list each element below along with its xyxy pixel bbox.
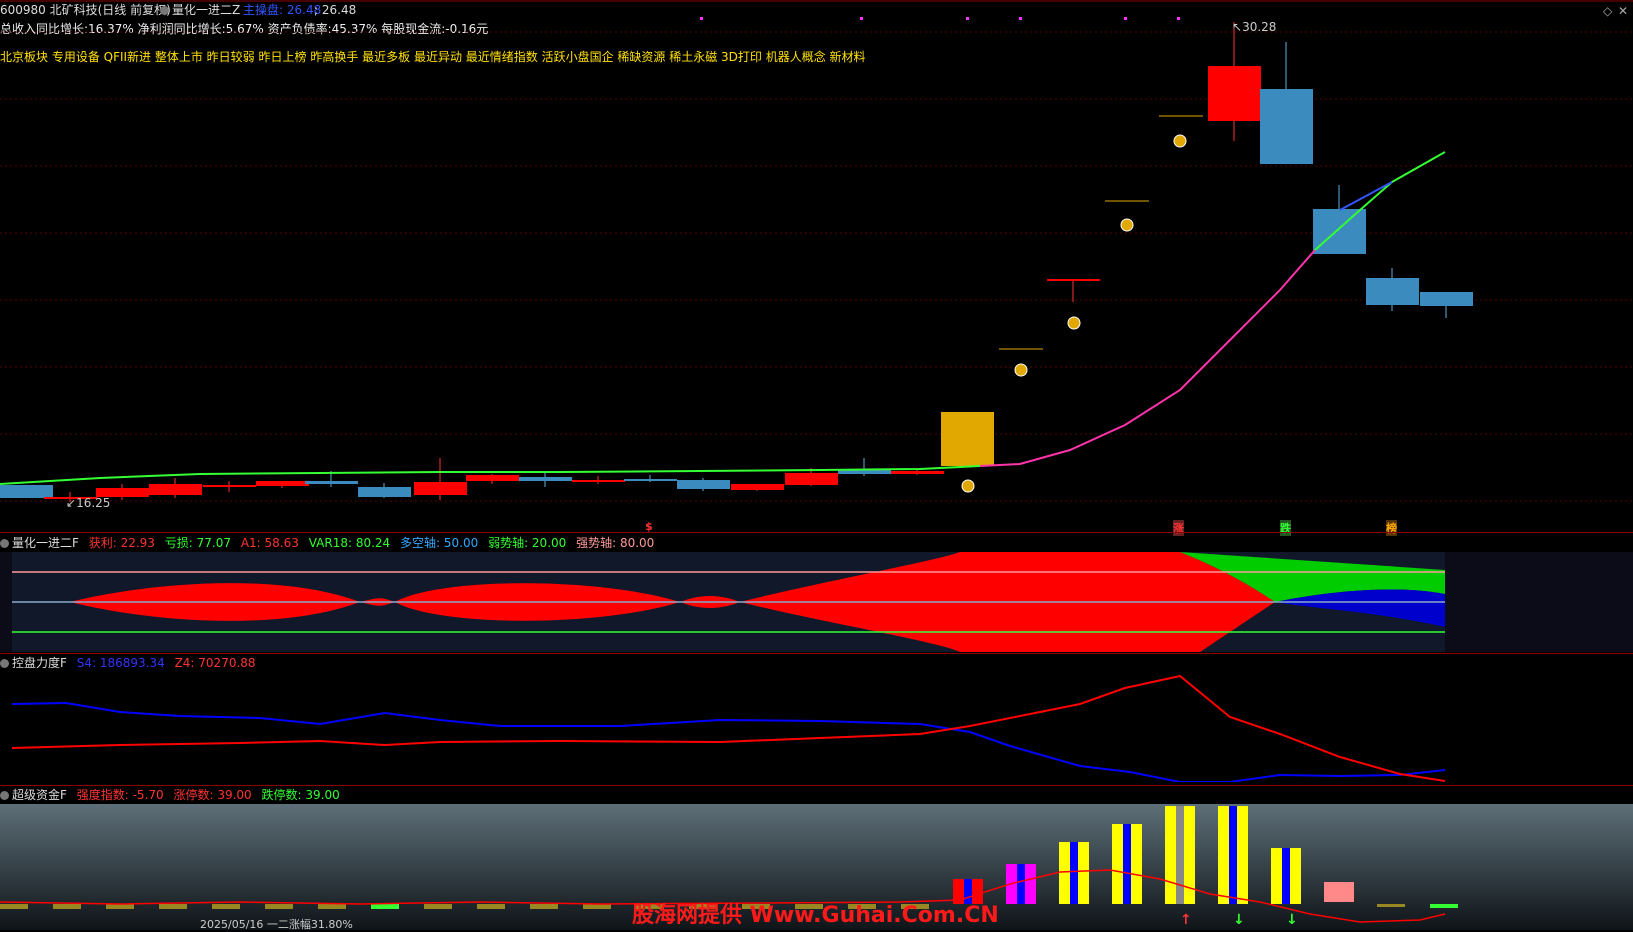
marker-dot: [966, 17, 969, 20]
volume-bar: [477, 904, 505, 909]
tag-up: 涨: [1173, 520, 1184, 536]
panel2-item: Z4: 70270.88: [174, 656, 256, 670]
settings-dot-icon[interactable]: [0, 539, 9, 548]
money-bag-icon: [1014, 363, 1028, 377]
candles: [0, 22, 1473, 502]
arrow-icon: ↑: [1180, 912, 1192, 928]
panel1-item: 强势轴: 80.00: [576, 536, 655, 550]
candle-body: [1208, 66, 1261, 121]
candle-body: [203, 485, 256, 487]
candle-body: [519, 477, 572, 481]
arrow-icon: ↓: [1233, 912, 1245, 928]
candle-body: [0, 485, 53, 498]
fund-bar: [1430, 904, 1458, 908]
panel3-item: 跌停数: 39.00: [261, 788, 340, 802]
candle-body: [1420, 292, 1473, 306]
z4-line: [11, 674, 1446, 782]
panel1-item: 弱势轴: 20.00: [488, 536, 567, 550]
candle-body: [891, 471, 944, 474]
fund-bar-core: [1123, 824, 1131, 904]
candle-body: [731, 484, 784, 490]
volume-bar: [159, 904, 187, 909]
settings-dot-icon[interactable]: [0, 791, 9, 800]
candle-body: [414, 482, 467, 495]
candle-body: [624, 479, 677, 481]
fund-bar-core: [1229, 806, 1237, 904]
volume-bar: [371, 904, 399, 909]
volume-bar: [318, 904, 346, 909]
panel2-header[interactable]: 控盘力度F S4: 186893.34 Z4: 70270.88: [0, 656, 256, 670]
candle-body: [466, 475, 519, 481]
panel1-item: 亏损: 77.07: [164, 536, 231, 550]
candle-body: [941, 412, 994, 466]
money-bag-icon: [1120, 218, 1134, 232]
candle-body: [256, 481, 309, 486]
fund-bar-core: [1070, 842, 1078, 904]
separator: [0, 532, 1633, 533]
panel1-item: 多空轴: 50.00: [400, 536, 479, 550]
arrow-icon: ↓: [1286, 912, 1298, 928]
tag-down: 跌: [1280, 520, 1291, 536]
footer-text: 2025/05/16 一二涨幅31.80%: [200, 918, 353, 931]
settings-dot-icon[interactable]: [0, 659, 9, 668]
watermark: 股海网提供 Www.Guhai.Com.CN: [632, 903, 999, 928]
candle-body: [305, 481, 358, 484]
panel1-header[interactable]: 量化一进二F 获利: 22.93 亏损: 77.07 A1: 58.63 VAR…: [0, 536, 654, 550]
candle-body: [358, 487, 411, 497]
money-bag-icon: [1067, 316, 1081, 330]
fund-bar-core: [1017, 864, 1025, 904]
candle-body: [572, 480, 625, 482]
fund-bar: [1324, 882, 1354, 902]
candle-body: [1313, 209, 1366, 254]
volume-bar: [583, 904, 611, 909]
fund-bar-core: [1282, 848, 1290, 904]
panel2-chart: [11, 674, 1446, 782]
panel1-chart: [0, 552, 1633, 652]
low-label: ↙16.25: [66, 496, 111, 510]
money-bag-icon: [1173, 134, 1187, 148]
panel3-item: 强度指数: -5.70: [76, 788, 164, 802]
marker-dot: [700, 17, 703, 20]
candle-body: [677, 480, 730, 489]
tag-list: 榜: [1386, 520, 1397, 536]
fund-bar: [1377, 904, 1405, 907]
candle-body: [1260, 89, 1313, 164]
separator: [0, 785, 1633, 786]
volume-bar: [530, 904, 558, 909]
panel2-item: S4: 186893.34: [76, 656, 165, 670]
candle-body: [1047, 279, 1100, 281]
candle-body: [785, 473, 838, 485]
panel3-item: 涨停数: 39.00: [173, 788, 252, 802]
candle-body: [1366, 278, 1419, 305]
fund-bar-core: [964, 879, 972, 904]
high-label: ↖30.28: [1232, 20, 1277, 34]
main-chart: [0, 0, 1633, 502]
marker-dot: [1124, 17, 1127, 20]
volume-bar: [424, 904, 452, 909]
marker-dot: [860, 17, 863, 20]
volume-bar: [212, 904, 240, 909]
panel1-item: 获利: 22.93: [88, 536, 155, 550]
money-bag-icons: [961, 134, 1187, 493]
panel1-item: VAR18: 80.24: [308, 536, 391, 550]
candle-body: [149, 484, 202, 495]
volume-bar: [53, 904, 81, 909]
marker-dot: [1177, 17, 1180, 20]
panel1-item: A1: 58.63: [240, 536, 299, 550]
panel3-header[interactable]: 超级资金F 强度指数: -5.70 涨停数: 39.00 跌停数: 39.00: [0, 788, 340, 802]
volume-bar: [0, 904, 28, 909]
grid: [0, 0, 1633, 502]
marker-dot: [1019, 17, 1022, 20]
fund-bar-core: [1176, 806, 1184, 904]
money-bag-icon: [961, 479, 975, 493]
volume-bar: [265, 904, 293, 909]
separator: [0, 653, 1633, 654]
